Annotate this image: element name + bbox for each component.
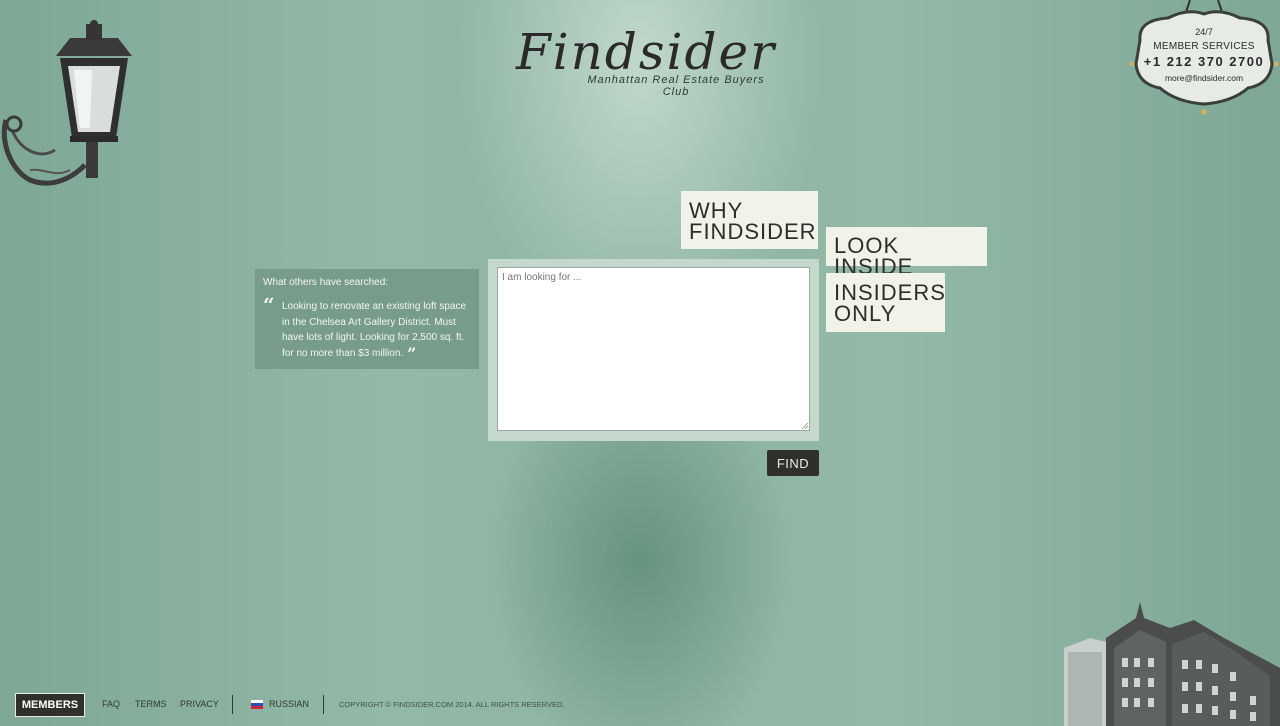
resize-grip-icon[interactable]: [801, 422, 809, 430]
quote-close-icon: ”: [407, 343, 417, 363]
footer-copyright: COPYRIGHT © FINDSIDER.COM 2014. ALL RIGH…: [339, 700, 565, 709]
search-panel: [488, 259, 819, 441]
findsider-logo[interactable]: Findsider Manhattan Real Estate Buyers C…: [506, 23, 786, 98]
russia-flag-icon: [251, 700, 263, 709]
quote-open-icon: “: [263, 293, 275, 317]
nav-look-inside-label: LOOK INSIDE: [834, 233, 914, 279]
nav-why-findsider[interactable]: WHY FINDSIDER: [681, 191, 818, 249]
members-button[interactable]: MEMBERS: [15, 693, 85, 717]
others-searched-quote: Looking to renovate an existing loft spa…: [282, 299, 472, 361]
others-searched-panel: What others have searched: “ Looking to …: [255, 269, 479, 369]
member-services-badge: 24/7 MEMBER SERVICES +1 212 370 2700 mor…: [1128, 0, 1280, 120]
search-textarea[interactable]: [497, 267, 810, 431]
member-services-phone[interactable]: +1 212 370 2700: [1128, 54, 1280, 69]
footer-link-terms[interactable]: TERMS: [135, 699, 167, 709]
find-button[interactable]: FIND: [767, 450, 819, 476]
member-services-email[interactable]: more@findsider.com: [1128, 73, 1280, 83]
footer-link-language[interactable]: RUSSIAN: [269, 699, 309, 709]
nav-why-line1: WHY: [689, 198, 744, 223]
footer-divider: [232, 695, 233, 714]
nav-insiders-line1: INSIDERS: [834, 280, 946, 305]
logo-tagline: Manhattan Real Estate Buyers Club: [587, 74, 765, 98]
member-services-label: MEMBER SERVICES: [1153, 41, 1255, 52]
footer-link-faq[interactable]: FAQ: [102, 699, 120, 709]
others-searched-quote-text: Looking to renovate an existing loft spa…: [282, 301, 467, 359]
nav-insiders-only[interactable]: INSIDERS ONLY: [826, 273, 945, 332]
footer-divider: [323, 695, 324, 714]
nav-insiders-line2: ONLY: [834, 301, 897, 326]
logo-wordmark: Findsider: [515, 23, 777, 81]
building-illustration: [1064, 602, 1280, 726]
nav-look-inside[interactable]: LOOK INSIDE: [826, 227, 987, 278]
others-searched-title: What others have searched:: [263, 277, 389, 288]
nav-why-line2: FINDSIDER: [689, 219, 817, 244]
footer-link-privacy[interactable]: PRIVACY: [180, 699, 219, 709]
street-lamp-icon: [1, 20, 132, 186]
member-services-hours: 24/7: [1195, 27, 1213, 37]
